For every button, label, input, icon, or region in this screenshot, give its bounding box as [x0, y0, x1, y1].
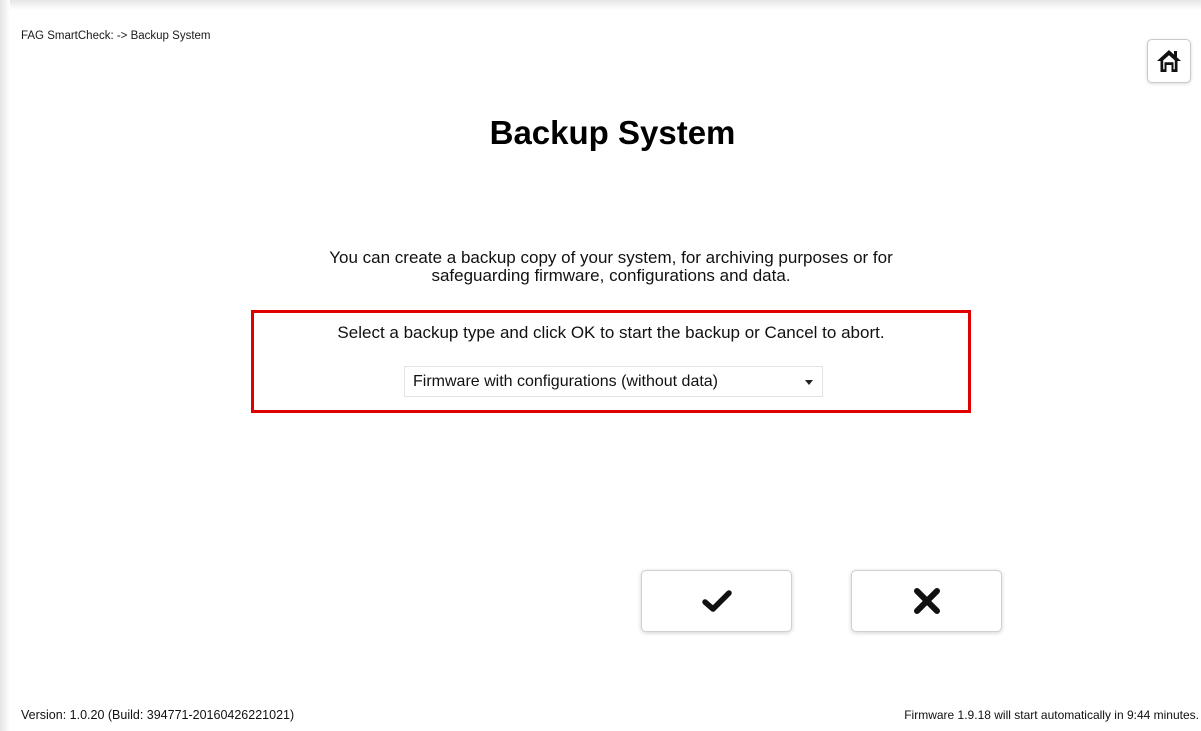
ok-button[interactable]	[641, 570, 792, 632]
window-left-edge	[0, 0, 10, 731]
chevron-down-icon	[805, 380, 813, 385]
intro-text: You can create a backup copy of your sys…	[250, 249, 972, 285]
backup-type-value: Firmware with configurations (without da…	[413, 372, 719, 390]
backup-type-select[interactable]: Firmware with configurations (without da…	[404, 366, 823, 397]
window-top-edge	[0, 0, 1201, 10]
version-info: Version: 1.0.20 (Build: 394771-201604262…	[21, 708, 295, 722]
backup-instruction: Select a backup type and click OK to sta…	[337, 323, 885, 342]
home-button[interactable]	[1147, 39, 1191, 83]
firmware-countdown: Firmware 1.9.18 will start automatically…	[904, 708, 1199, 722]
breadcrumb: FAG SmartCheck: -> Backup System	[21, 30, 211, 42]
cancel-button[interactable]	[851, 570, 1002, 632]
checkmark-icon	[701, 590, 732, 612]
intro-line-2: safeguarding firmware, configurations an…	[431, 266, 791, 285]
intro-line-1: You can create a backup copy of your sys…	[329, 248, 893, 267]
close-icon	[913, 588, 940, 614]
backup-type-panel: Select a backup type and click OK to sta…	[251, 310, 971, 413]
home-icon	[1157, 50, 1181, 72]
page-title: Backup System	[489, 114, 736, 151]
